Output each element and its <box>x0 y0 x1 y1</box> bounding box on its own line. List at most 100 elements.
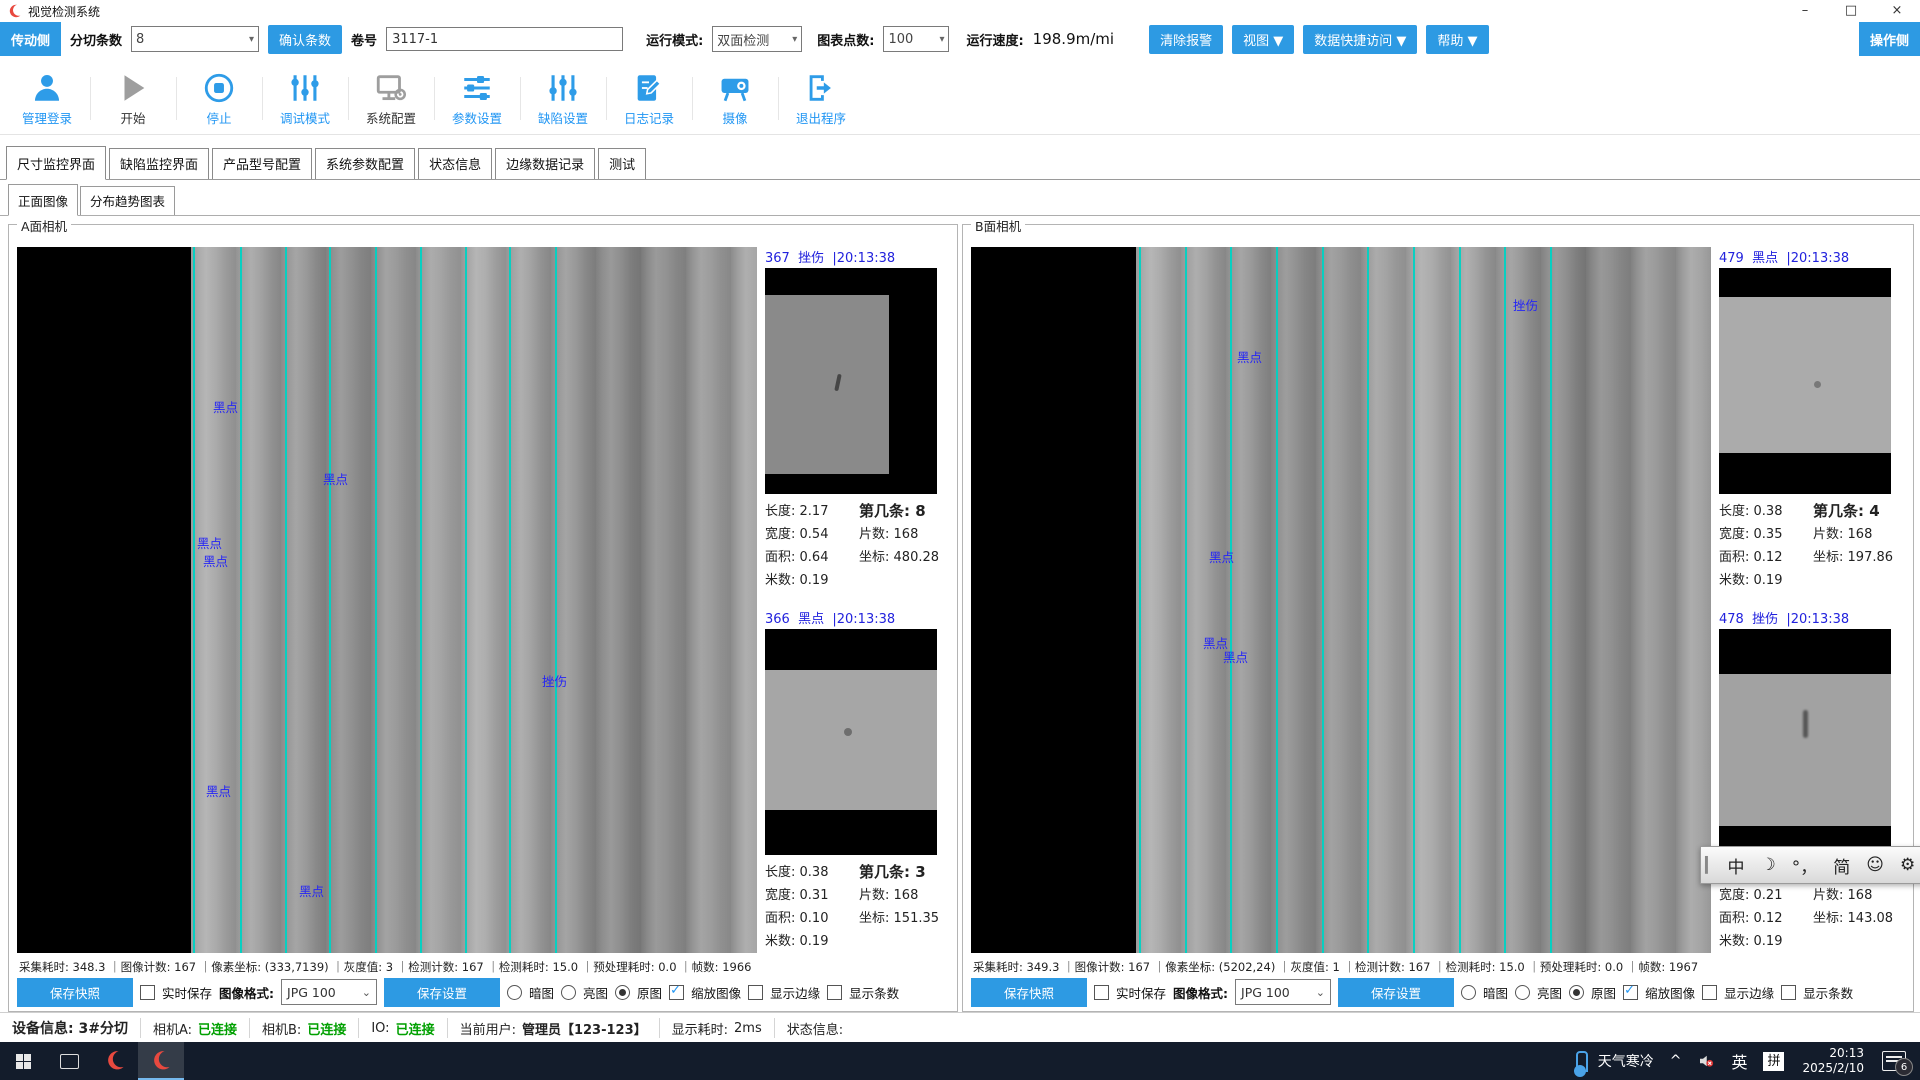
close-button[interactable]: × <box>1874 0 1920 22</box>
dark-image-radio[interactable] <box>507 985 522 1000</box>
main-tab[interactable]: 边缘数据记录 <box>495 148 595 179</box>
system-config-button[interactable]: 系统配置 <box>348 65 434 134</box>
show-edge-checkbox[interactable] <box>748 985 763 1000</box>
clear-alarm-button[interactable]: 清除报警 <box>1149 25 1223 54</box>
defect-annotation: 黑点 <box>1237 347 1262 366</box>
status-info: 状态信息: <box>775 1018 855 1038</box>
confirm-strips-button[interactable]: 确认条数 <box>268 25 342 54</box>
save-snapshot-button[interactable]: 保存快照 <box>971 978 1087 1007</box>
sub-tab[interactable]: 正面图像 <box>8 184 78 216</box>
ime-item[interactable]: ☺ <box>1859 855 1891 875</box>
camera-b-panel: B面相机 挫伤黑点黑点黑点黑点 479 黑点 |20:13:38 长度: 0.3… <box>962 224 1914 1012</box>
show-edge-checkbox[interactable] <box>1702 985 1717 1000</box>
dark-image-radio[interactable] <box>1461 985 1476 1000</box>
defect-thumbnail <box>1719 629 1891 855</box>
show-strips-checkbox[interactable] <box>1781 985 1796 1000</box>
main-tab[interactable]: 系统参数配置 <box>315 148 415 179</box>
save-settings-button[interactable]: 保存设置 <box>384 978 500 1007</box>
realtime-save-checkbox[interactable] <box>140 985 155 1000</box>
ime-item[interactable]: ⚙ <box>1893 855 1920 875</box>
cut-line <box>465 247 467 953</box>
show-edge-label: 显示边缘 <box>1724 983 1774 1002</box>
weather-widget[interactable]: 天气寒冷 <box>1568 1042 1662 1080</box>
save-settings-button[interactable]: 保存设置 <box>1338 978 1454 1007</box>
defect-card[interactable]: 367 挫伤 |20:13:38 长度: 2.17 宽度: 0.54 面积: 0… <box>765 247 951 592</box>
tray-expand-button[interactable]: ^ <box>1662 1042 1690 1080</box>
language-indicator[interactable]: 英 <box>1723 1042 1755 1080</box>
roll-no-label: 卷号 <box>351 30 377 49</box>
main-tab[interactable]: 缺陷监控界面 <box>109 148 209 179</box>
chart-points-select[interactable]: 100 <box>883 26 949 52</box>
camera-a-image[interactable]: 黑点黑点黑点黑点挫伤黑点黑点 <box>17 247 757 953</box>
notification-center-button[interactable]: 6 <box>1874 1042 1920 1080</box>
camera-b-image[interactable]: 挫伤黑点黑点黑点黑点 <box>971 247 1711 953</box>
image-format-select[interactable]: JPG 100 <box>1235 979 1331 1005</box>
defect-card-info: 长度: 2.17 宽度: 0.54 面积: 0.64 米数: 0.19 第几条:… <box>765 500 951 592</box>
ime-mode-indicator[interactable]: 拼 <box>1755 1042 1792 1080</box>
camera-a-defect-cards: 367 挫伤 |20:13:38 长度: 2.17 宽度: 0.54 面积: 0… <box>765 247 951 969</box>
defect-card-header: 367 挫伤 |20:13:38 <box>765 247 951 268</box>
admin-login-button[interactable]: 管理登录 <box>4 65 90 134</box>
save-snapshot-button[interactable]: 保存快照 <box>17 978 133 1007</box>
volume-muted-button[interactable] <box>1689 1042 1723 1080</box>
defect-card[interactable]: 479 黑点 |20:13:38 长度: 0.38 宽度: 0.35 面积: 0… <box>1719 247 1905 592</box>
show-strips-checkbox[interactable] <box>827 985 842 1000</box>
bright-image-radio[interactable] <box>1515 985 1530 1000</box>
ime-grip[interactable]: ▎ <box>1705 856 1717 874</box>
speed-value: 198.9m/mi <box>1033 30 1114 48</box>
image-format-select[interactable]: JPG 100 <box>281 979 377 1005</box>
main-tab[interactable]: 尺寸监控界面 <box>6 146 106 180</box>
speed-label: 运行速度: <box>966 30 1023 49</box>
task-view-button[interactable] <box>46 1042 92 1080</box>
running-app-button[interactable] <box>138 1042 184 1080</box>
sliders-horizontal-icon <box>460 71 494 105</box>
operator-side-button[interactable]: 操作侧 <box>1859 22 1920 56</box>
cut-line <box>1230 247 1232 953</box>
minimize-button[interactable]: – <box>1782 0 1828 22</box>
main-tab[interactable]: 产品型号配置 <box>212 148 312 179</box>
defect-annotation: 黑点 <box>1209 547 1234 566</box>
original-image-radio[interactable] <box>1569 985 1584 1000</box>
thermometer-icon <box>1576 1051 1588 1072</box>
drive-side-button[interactable]: 传动侧 <box>0 22 61 56</box>
app-logo-icon <box>104 1050 126 1072</box>
zoom-image-checkbox[interactable] <box>1623 985 1638 1000</box>
clock[interactable]: 20:13 2025/2/10 <box>1792 1046 1874 1076</box>
ime-item[interactable]: 简 <box>1826 853 1857 878</box>
quick-access-menu-button[interactable]: 数据快捷访问 ▼ <box>1303 25 1417 54</box>
run-mode-select[interactable]: 双面检测 <box>712 26 802 52</box>
stop-button[interactable]: 停止 <box>176 65 262 134</box>
main-tab[interactable]: 状态信息 <box>418 148 492 179</box>
app-shortcut[interactable] <box>92 1042 138 1080</box>
zoom-image-checkbox[interactable] <box>669 985 684 1000</box>
view-menu-button[interactable]: 视图 ▼ <box>1232 25 1294 54</box>
camera-a-controls: 保存快照 实时保存 图像格式: JPG 100 保存设置 暗图 亮图 原图 缩放… <box>17 977 899 1007</box>
debug-mode-button[interactable]: 调试模式 <box>262 65 348 134</box>
ime-item[interactable]: ☽ <box>1754 855 1783 875</box>
camera-a-panel: A面相机 黑点黑点黑点黑点挫伤黑点黑点 367 挫伤 |20:13:38 长度:… <box>8 224 958 1012</box>
maximize-button[interactable]: □ <box>1828 0 1874 22</box>
start-button[interactable] <box>0 1042 46 1080</box>
exit-program-button[interactable]: 退出程序 <box>778 65 864 134</box>
realtime-save-checkbox[interactable] <box>1094 985 1109 1000</box>
roll-no-input[interactable] <box>386 27 623 51</box>
original-image-radio[interactable] <box>615 985 630 1000</box>
start-button[interactable]: 开始 <box>90 65 176 134</box>
camera-button[interactable]: 摄像 <box>692 65 778 134</box>
ime-item[interactable]: 中 <box>1721 853 1752 878</box>
defect-annotation: 挫伤 <box>542 671 567 690</box>
ime-language-bar[interactable]: ▎ 中☽°，简☺⚙ <box>1700 846 1920 884</box>
strip-count-select[interactable]: 8 <box>131 26 259 52</box>
defect-thumbnail <box>1719 268 1891 494</box>
sub-tab[interactable]: 分布趋势图表 <box>80 186 175 215</box>
defect-card[interactable]: 478 挫伤 |20:13:38 长度: 0.57 宽度: 0.21 面积: 0… <box>1719 608 1905 953</box>
log-record-button[interactable]: 日志记录 <box>606 65 692 134</box>
defect-card[interactable]: 366 黑点 |20:13:38 长度: 0.38 宽度: 0.31 面积: 0… <box>765 608 951 953</box>
ime-item[interactable]: °， <box>1785 853 1825 878</box>
parameter-settings-button[interactable]: 参数设置 <box>434 65 520 134</box>
bright-image-radio[interactable] <box>561 985 576 1000</box>
help-menu-button[interactable]: 帮助 ▼ <box>1426 25 1488 54</box>
defect-settings-button[interactable]: 缺陷设置 <box>520 65 606 134</box>
play-icon <box>116 71 150 105</box>
main-tab[interactable]: 测试 <box>598 148 646 179</box>
